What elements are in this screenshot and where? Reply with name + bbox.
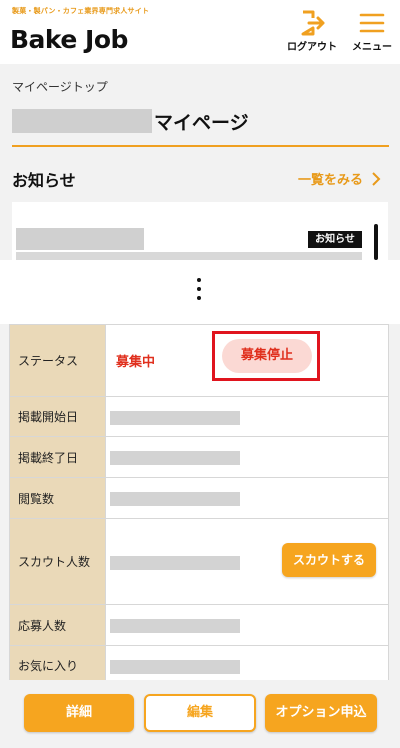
news-scrollbar[interactable]: [374, 224, 378, 260]
edit-button[interactable]: 編集: [144, 694, 256, 732]
logout-icon: [301, 10, 325, 36]
site-logo[interactable]: Bake Job: [10, 22, 128, 56]
site-header: 製菓・製パン・カフェ業界専門求人サイト Bake Job ログアウト メニュー: [0, 0, 400, 64]
bottom-action-bar: 詳細 編集 オプション申込: [0, 680, 400, 748]
option-apply-button[interactable]: オプション申込: [265, 694, 377, 732]
row-label-start-date: 掲載開始日: [9, 396, 106, 437]
table-row: スカウト人数 スカウトする: [9, 518, 389, 605]
scout-count-cell: スカウトする: [105, 518, 389, 605]
redacted-value: [110, 492, 240, 506]
applicants-cell: [105, 604, 389, 646]
row-label-applicants: 応募人数: [9, 604, 106, 646]
content-omitted-separator: [0, 260, 400, 324]
site-tagline: 製菓・製パン・カフェ業界専門求人サイト: [12, 7, 150, 15]
redacted-news-title: [16, 228, 144, 250]
job-detail-table: ステータス 募集中 募集停止 掲載開始日 掲載終了日 閲覧数 スカウト人数 スカ…: [9, 324, 389, 686]
redacted-value: [110, 410, 240, 425]
views-cell: [105, 477, 389, 519]
table-row: 掲載終了日: [9, 436, 389, 478]
page-title-suffix: マイページ: [154, 111, 249, 134]
table-row: ステータス 募集中 募集停止: [9, 324, 389, 397]
news-more-link[interactable]: 一覧をみる: [298, 169, 381, 188]
table-row: 掲載開始日: [9, 396, 389, 437]
chevron-right-icon: [372, 171, 381, 186]
row-label-scout-count: スカウト人数: [9, 518, 106, 605]
row-label-views: 閲覧数: [9, 477, 106, 519]
row-label-status: ステータス: [9, 324, 106, 397]
redacted-value: [110, 555, 240, 570]
table-row: 閲覧数: [9, 477, 389, 519]
news-heading: お知らせ: [12, 171, 76, 190]
status-cell: 募集中 募集停止: [105, 324, 389, 397]
hamburger-icon: [359, 13, 385, 33]
job-detail-section: ステータス 募集中 募集停止 掲載開始日 掲載終了日 閲覧数 スカウト人数 スカ…: [0, 324, 400, 686]
logo-text: Bake Job: [10, 24, 128, 54]
stop-recruiting-button[interactable]: 募集停止: [222, 339, 312, 373]
redacted-value: [110, 451, 240, 465]
redacted-company-name: [12, 109, 152, 133]
news-list-item[interactable]: お知らせ: [12, 202, 388, 260]
news-badge: お知らせ: [308, 231, 362, 248]
table-row: 応募人数: [9, 604, 389, 646]
news-more-label: 一覧をみる: [298, 173, 364, 188]
mypage-top-section: マイページトップ マイページ お知らせ 一覧をみる お知らせ: [0, 64, 400, 260]
redacted-value: [110, 619, 240, 633]
breadcrumb: マイページトップ: [12, 80, 108, 94]
menu-button[interactable]: メニュー: [344, 8, 400, 60]
vertical-ellipsis-icon: [197, 278, 203, 305]
detail-button[interactable]: 詳細: [24, 694, 134, 732]
start-date-cell: [105, 396, 389, 437]
scout-button[interactable]: スカウトする: [282, 543, 376, 577]
menu-label: メニュー: [352, 42, 392, 53]
logout-button[interactable]: ログアウト: [284, 8, 340, 60]
title-divider: [12, 145, 389, 147]
status-value: 募集中: [116, 355, 156, 370]
page-title: マイページ: [12, 106, 249, 136]
end-date-cell: [105, 436, 389, 478]
row-label-end-date: 掲載終了日: [9, 436, 106, 478]
redacted-news-body: [16, 252, 362, 260]
redacted-value: [110, 659, 240, 674]
logout-label: ログアウト: [287, 42, 337, 53]
